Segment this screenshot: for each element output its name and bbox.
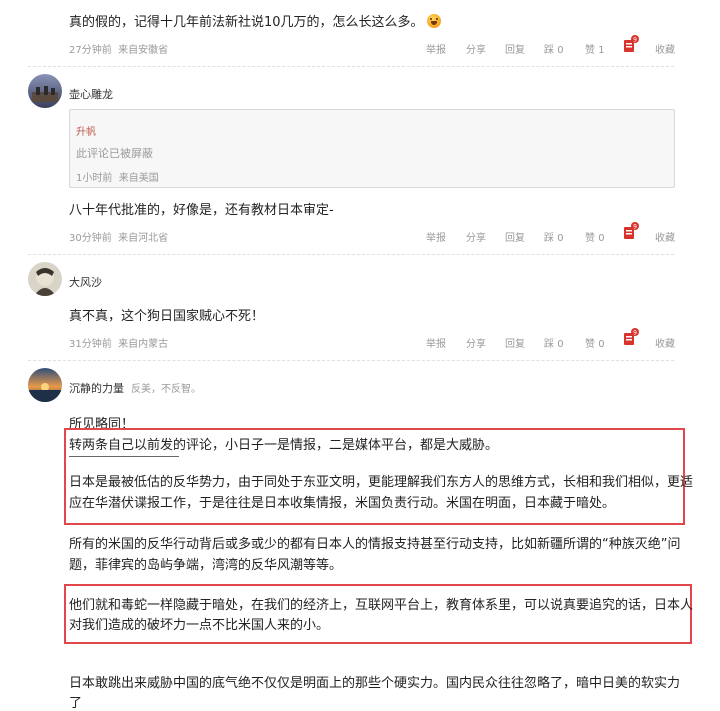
comment-time: 27分钟前 — [69, 45, 112, 56]
collect-button[interactable]: 收藏 — [655, 41, 675, 56]
comment-location: 来自河北省 — [118, 233, 169, 244]
avatar[interactable] — [28, 74, 62, 108]
comment-location: 来自内蒙古 — [118, 339, 169, 350]
red-packet-icon: 9 — [624, 222, 639, 239]
comment-meta: 30分钟前 来自河北省 — [69, 229, 168, 244]
username[interactable]: 壶心雕龙 — [69, 86, 113, 102]
dislike-button[interactable]: 踩 0 — [544, 335, 564, 350]
divider — [28, 254, 674, 255]
report-button[interactable]: 举报 — [426, 41, 446, 56]
username[interactable]: 大风沙 — [69, 274, 102, 290]
quoted-comment: 升帆 此评论已被屏蔽 1小时前 来自美国 — [69, 109, 675, 188]
collect-button[interactable]: 收藏 — [655, 335, 675, 350]
like-button[interactable]: 赞 1 — [585, 41, 605, 56]
quote-text: 此评论已被屏蔽 — [76, 147, 153, 160]
comment-text: 真的假的，记得十几年前法新社说10几万的，怎么长这么多。 — [69, 11, 441, 30]
comment-paragraph: 所有的米国的反华行动背后或多或少的都有日本人的情报支持甚至行动支持，比如新疆所谓… — [69, 537, 681, 552]
username: 沉静的力量 反美，不反智。 — [69, 380, 201, 396]
comment-text: 真不真，这个狗日国家贼心不死！ — [69, 309, 265, 324]
quote-username[interactable]: 升帆 — [76, 123, 96, 138]
share-button[interactable]: 分享 — [466, 335, 486, 350]
report-button[interactable]: 举报 — [426, 229, 446, 244]
comment-text: 八十年代批准的，好像是，还有教材日本审定- — [69, 203, 334, 218]
collect-button[interactable]: 收藏 — [655, 229, 675, 244]
like-button[interactable]: 赞 0 — [585, 229, 605, 244]
grinning-emoji-icon — [426, 14, 441, 28]
comment-paragraph: 日本是最被低估的反华势力，由于同处于东亚文明，更能理解我们东方人的思维方式，长相… — [69, 475, 694, 490]
red-packet-icon: 9 — [624, 35, 639, 52]
comment-time: 31分钟前 — [69, 339, 112, 350]
reply-button[interactable]: 回复 — [505, 41, 525, 56]
dislike-button[interactable]: 踩 0 — [544, 229, 564, 244]
comment-time: 30分钟前 — [69, 233, 112, 244]
comment-paragraph: 对我们造成的破坏力一点不比米国人来的小。 — [69, 618, 330, 633]
username-link[interactable]: 沉静的力量 — [69, 382, 124, 395]
red-packet-icon: 9 — [624, 328, 639, 345]
report-button[interactable]: 举报 — [426, 335, 446, 350]
share-button[interactable]: 分享 — [466, 229, 486, 244]
share-button[interactable]: 分享 — [466, 41, 486, 56]
svg-text:9: 9 — [633, 223, 637, 230]
svg-text:9: 9 — [633, 329, 637, 336]
reply-button[interactable]: 回复 — [505, 335, 525, 350]
avatar[interactable] — [28, 262, 62, 296]
comment-paragraph: 转两条自己以前发的评论，小日子一是情报，二是媒体平台，都是大威胁。 — [69, 438, 499, 453]
dislike-button[interactable]: 踩 0 — [544, 41, 564, 56]
comment-paragraph: 题，菲律宾的岛屿争端，湾湾的反华风潮等等。 — [69, 558, 343, 573]
comment-paragraph: 应在华潜伏谍报工作，于是往往是日本收集情报，米国负责行动。米国在明面，日本藏于暗… — [69, 496, 616, 511]
reply-button[interactable]: 回复 — [505, 229, 525, 244]
comment-paragraph: 他们就和毒蛇一样隐藏于暗处，在我们的经济上，互联网平台上，教育体系里，可以说真要… — [69, 598, 694, 613]
divider — [28, 360, 674, 361]
comment-meta: 27分钟前 来自安徽省 — [69, 41, 168, 56]
separator-line — [69, 456, 179, 457]
comment-paragraph: 日本敢跳出来威胁中国的底气绝不仅仅是明面上的那些个硬实力。国内民众往往忽略了，暗… — [69, 676, 681, 691]
red-packet-button[interactable]: 9 — [623, 327, 639, 351]
user-bio: 反美，不反智。 — [131, 384, 201, 395]
divider — [28, 66, 674, 67]
comment-location: 来自安徽省 — [118, 45, 169, 56]
quote-meta: 1小时前 来自美国 — [76, 173, 159, 184]
comment-meta: 31分钟前 来自内蒙古 — [69, 335, 168, 350]
like-button[interactable]: 赞 0 — [585, 335, 605, 350]
red-packet-button[interactable]: 9 — [623, 221, 639, 245]
avatar[interactable] — [28, 368, 62, 402]
red-packet-button[interactable]: 9 — [623, 34, 639, 58]
svg-text:9: 9 — [633, 36, 637, 43]
